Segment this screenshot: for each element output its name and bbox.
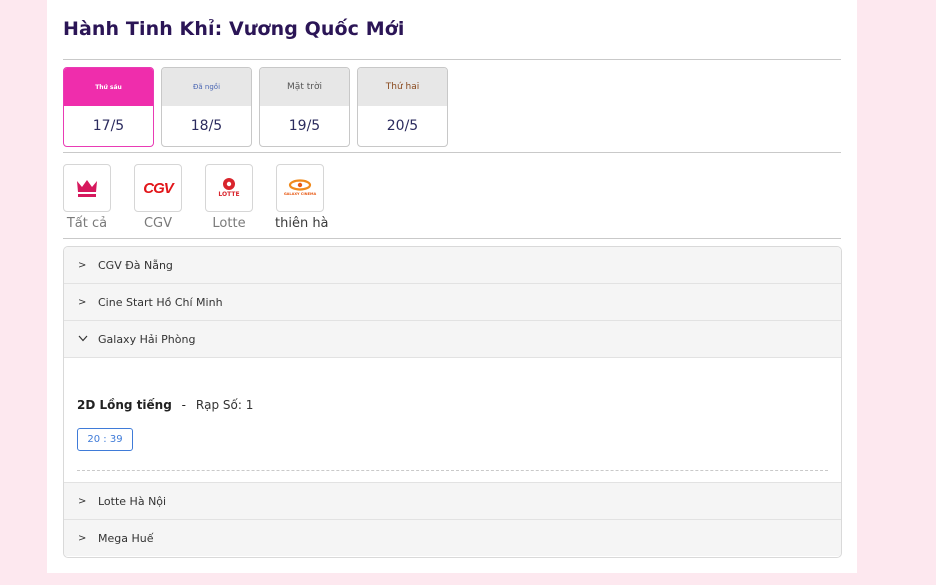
date-day-label: Mặt trời bbox=[260, 68, 349, 106]
cgv-logo-text: CGV bbox=[143, 179, 173, 197]
theater-item-lotte-ha-noi[interactable]: > Lotte Hà Nội bbox=[64, 483, 841, 520]
galaxy-logo-text: GALAXY CINEMA bbox=[283, 192, 317, 196]
lotte-logo-text: LOTTE bbox=[218, 191, 240, 198]
theater-item-cine-start[interactable]: > Cine Start Hồ Chí Minh bbox=[64, 284, 841, 321]
theater-accordion: > CGV Đà Nẵng > Cine Start Hồ Chí Minh G… bbox=[63, 246, 842, 558]
theater-showtimes-panel: 2D Lồng tiếng - Rạp Số: 1 20 : 39 bbox=[64, 358, 841, 483]
theater-name: Galaxy Hải Phòng bbox=[98, 332, 196, 346]
showing-separator: - bbox=[181, 398, 186, 412]
date-value: 20/5 bbox=[386, 118, 419, 134]
showing-format: 2D Lồng tiếng bbox=[77, 398, 172, 412]
chevron-right-icon: > bbox=[78, 259, 87, 271]
lotte-logo-icon: LOTTE bbox=[205, 164, 253, 212]
date-card-20-5[interactable]: Thứ hai 20/5 bbox=[357, 67, 448, 147]
theater-item-galaxy-hai-phong[interactable]: Galaxy Hải Phòng bbox=[64, 321, 841, 358]
lotte-emblem-icon bbox=[223, 178, 235, 190]
movie-title: Hành Tinh Khỉ: Vương Quốc Mới bbox=[63, 18, 405, 40]
galaxy-logo-icon: GALAXY CINEMA bbox=[276, 164, 324, 212]
date-card-18-5[interactable]: Đã ngồi 18/5 bbox=[161, 67, 252, 147]
dates-divider bbox=[63, 152, 841, 153]
date-value: 17/5 bbox=[92, 118, 125, 134]
crown-icon bbox=[63, 164, 111, 212]
title-divider bbox=[63, 59, 841, 60]
showtime-button[interactable]: 20 : 39 bbox=[77, 428, 133, 451]
cgv-logo-icon: CGV bbox=[134, 164, 182, 212]
date-value: 19/5 bbox=[288, 118, 321, 134]
cinema-filter-label: CGV bbox=[143, 216, 173, 231]
chevron-right-icon: > bbox=[78, 495, 87, 507]
cinema-filter-label: Lotte bbox=[212, 216, 246, 231]
theater-name: CGV Đà Nẵng bbox=[98, 258, 173, 272]
theater-item-cgv-da-nang[interactable]: > CGV Đà Nẵng bbox=[64, 247, 841, 284]
date-card-17-5[interactable]: Thứ sáu 17/5 bbox=[63, 67, 154, 147]
theater-name: Cine Start Hồ Chí Minh bbox=[98, 295, 223, 309]
date-day-label: Thứ sáu bbox=[64, 68, 153, 106]
cinema-filter-label: Tất cả bbox=[66, 216, 108, 231]
date-card-19-5[interactable]: Mặt trời 19/5 bbox=[259, 67, 350, 147]
showing-info: 2D Lồng tiếng - Rạp Số: 1 bbox=[77, 398, 253, 412]
chevron-right-icon: > bbox=[78, 532, 87, 544]
date-value: 18/5 bbox=[190, 118, 223, 134]
theater-name: Mega Huế bbox=[98, 531, 154, 545]
date-day-label: Đã ngồi bbox=[162, 68, 251, 106]
cinema-filter-cgv[interactable]: CGV CGV bbox=[133, 164, 183, 231]
cinema-filter-lotte[interactable]: LOTTE Lotte bbox=[204, 164, 254, 231]
theater-item-mega-hue[interactable]: > Mega Huế bbox=[64, 520, 841, 556]
cinema-filter-all[interactable]: Tất cả bbox=[62, 164, 112, 231]
date-day-label: Thứ hai bbox=[358, 68, 447, 106]
movie-panel: Hành Tinh Khỉ: Vương Quốc Mới Thứ sáu 17… bbox=[47, 0, 857, 573]
theater-name: Lotte Hà Nội bbox=[98, 494, 167, 508]
showing-room: Rạp Số: 1 bbox=[195, 398, 254, 412]
cinema-filter-label: thiên hà bbox=[275, 216, 329, 231]
galaxy-swirl-icon bbox=[288, 179, 312, 191]
showtimes-divider bbox=[77, 470, 828, 471]
cinema-filter-galaxy[interactable]: GALAXY CINEMA thiên hà bbox=[275, 164, 329, 231]
chevron-right-icon: > bbox=[78, 296, 87, 308]
chevron-down-icon bbox=[78, 334, 90, 345]
cinemas-divider bbox=[63, 238, 841, 239]
